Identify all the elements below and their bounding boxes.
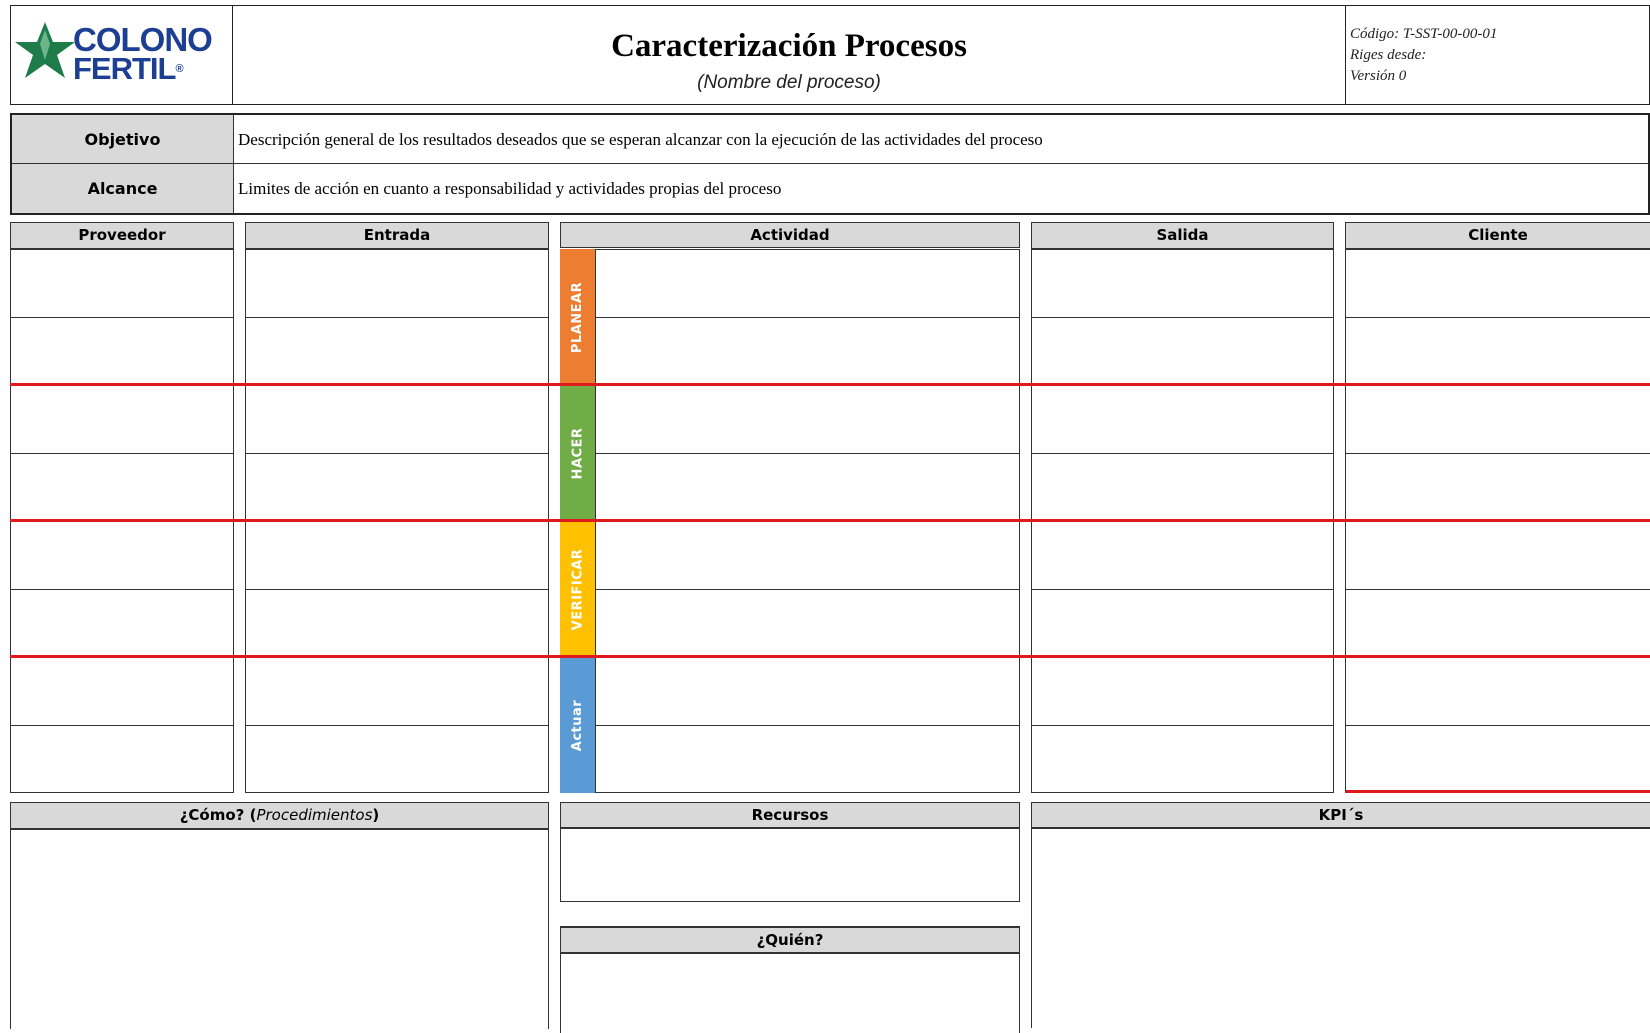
phase-divider	[10, 383, 1650, 386]
doc-version: Versión 0	[1350, 68, 1407, 84]
table-row[interactable]	[1032, 726, 1333, 794]
table-row[interactable]	[596, 318, 1019, 386]
table-row[interactable]	[1346, 318, 1650, 386]
objetivo-text: Descripción general de los resultados de…	[234, 115, 1648, 164]
effective-date: Riges desde:	[1350, 47, 1427, 63]
table-row[interactable]	[1346, 726, 1650, 794]
como-body[interactable]	[10, 829, 549, 1029]
table-row[interactable]	[246, 454, 548, 522]
salida-header: Salida	[1031, 222, 1334, 249]
table-row[interactable]	[11, 250, 233, 318]
table-row[interactable]	[11, 522, 233, 590]
quien-header: ¿Quién?	[560, 926, 1020, 953]
cliente-header: Cliente	[1345, 222, 1650, 249]
table-row[interactable]	[246, 658, 548, 726]
table-row[interactable]	[596, 726, 1019, 794]
table-row[interactable]	[1346, 250, 1650, 318]
header-meta-cell: Código: T-SST-00-00-01 Riges desde: Vers…	[1345, 5, 1650, 105]
table-row[interactable]	[596, 522, 1019, 590]
phase-label: Actuar	[570, 699, 586, 751]
header-title-cell: Caracterización Procesos (Nombre del pro…	[232, 5, 1346, 105]
table-row[interactable]	[1346, 522, 1650, 590]
table-row[interactable]	[246, 250, 548, 318]
table-row[interactable]	[1032, 590, 1333, 658]
recursos-body[interactable]	[560, 828, 1020, 902]
table-row[interactable]	[596, 386, 1019, 454]
table-row[interactable]	[1346, 454, 1650, 522]
phase-label: HACER	[570, 427, 585, 479]
phase-planear: PLANEAR	[560, 249, 595, 385]
logo-fertil: FERTIL	[73, 51, 176, 86]
objetivo-label: Objetivo	[12, 115, 234, 164]
info-table: Objetivo Descripción general de los resu…	[10, 113, 1650, 215]
actividad-header: Actividad	[560, 222, 1020, 248]
table-row[interactable]	[596, 454, 1019, 522]
proveedor-header: Proveedor	[10, 222, 234, 249]
recursos-header: Recursos	[560, 802, 1020, 828]
table-row[interactable]	[1346, 386, 1650, 454]
table-row[interactable]	[11, 658, 233, 726]
table-row[interactable]	[246, 318, 548, 386]
logo-text-line2: FERTIL®	[73, 51, 184, 86]
phase-actuar: Actuar	[560, 657, 595, 793]
quien-body[interactable]	[560, 953, 1020, 1033]
table-row[interactable]	[11, 590, 233, 658]
table-row[interactable]	[1032, 250, 1333, 318]
phase-verificar: VERIFICAR	[560, 521, 595, 657]
como-close: )	[372, 806, 380, 824]
kpi-body[interactable]	[1031, 828, 1650, 1028]
como-label: ¿Cómo? (	[179, 806, 257, 824]
table-row[interactable]	[246, 726, 548, 794]
table-row[interactable]	[11, 726, 233, 794]
table-row[interactable]	[1032, 522, 1333, 590]
como-header: ¿Cómo? (Procedimientos)	[10, 802, 549, 829]
table-row[interactable]	[1032, 386, 1333, 454]
table-row[interactable]	[1346, 658, 1650, 726]
doc-code: Código: T-SST-00-00-01	[1350, 26, 1498, 42]
table-row[interactable]	[1346, 590, 1650, 658]
table-row[interactable]	[596, 250, 1019, 318]
process-name-subtitle: (Nombre del proceso)	[697, 72, 881, 93]
table-row[interactable]	[596, 590, 1019, 658]
table-row[interactable]	[246, 522, 548, 590]
phase-divider	[10, 519, 1650, 522]
company-logo: COLONO FERTIL®	[15, 20, 227, 90]
table-row[interactable]	[246, 386, 548, 454]
table-row[interactable]	[1032, 454, 1333, 522]
star-icon	[15, 22, 75, 78]
registered-mark: ®	[175, 63, 184, 75]
page-title: Caracterización Procesos	[611, 28, 967, 64]
table-row[interactable]	[11, 386, 233, 454]
alcance-text: Limites de acción en cuanto a responsabi…	[238, 179, 782, 198]
phase-label: VERIFICAR	[570, 548, 585, 630]
table-row[interactable]	[1032, 658, 1333, 726]
phase-hacer: HACER	[560, 385, 595, 521]
table-row[interactable]	[11, 318, 233, 386]
table-row[interactable]	[246, 590, 548, 658]
table-row[interactable]	[596, 658, 1019, 726]
entrada-header: Entrada	[245, 222, 549, 249]
kpi-header: KPI´s	[1031, 802, 1650, 828]
alcance-label: Alcance	[12, 164, 234, 213]
table-row[interactable]	[11, 454, 233, 522]
como-italic: Procedimientos	[256, 806, 373, 824]
phase-divider	[10, 655, 1650, 658]
table-row[interactable]	[1032, 318, 1333, 386]
phase-label: PLANEAR	[570, 281, 585, 353]
header-logo-cell: COLONO FERTIL®	[10, 5, 233, 105]
